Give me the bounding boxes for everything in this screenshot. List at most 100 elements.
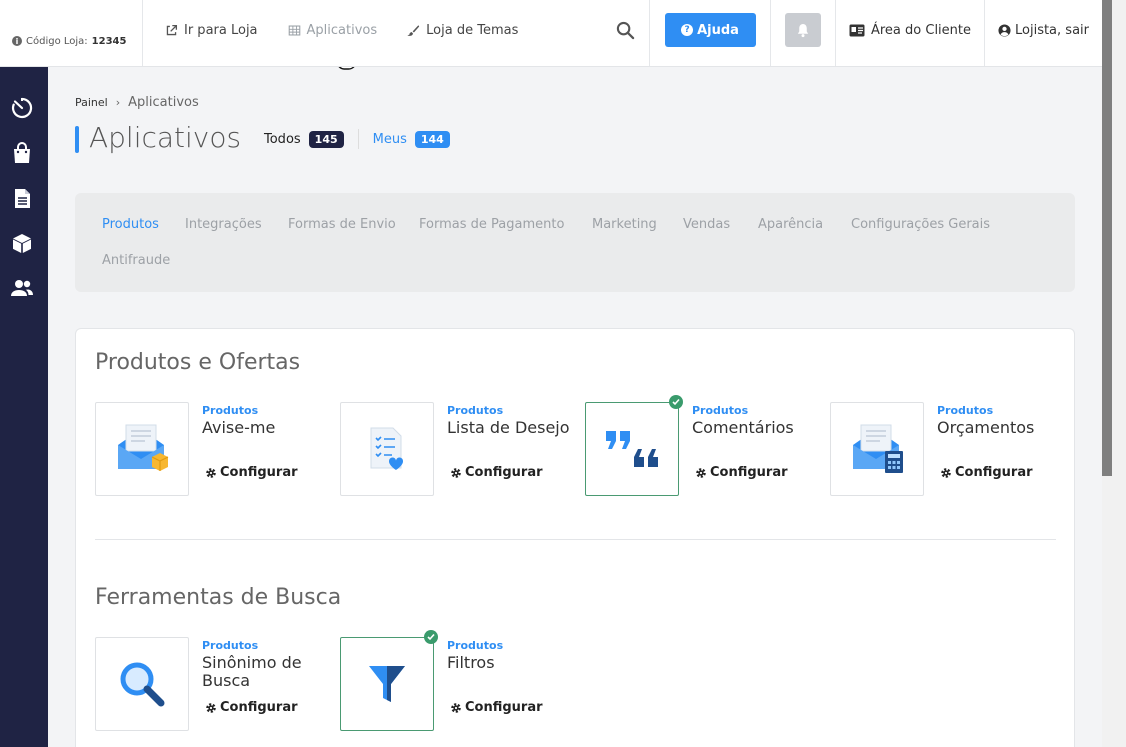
nav-apps-label: Aplicativos <box>306 22 378 38</box>
nav-theme-store-label: Loja de Temas <box>426 22 519 38</box>
nav-apps[interactable]: Aplicativos <box>288 22 378 38</box>
breadcrumb: Painel › Aplicativos <box>75 95 199 110</box>
app-thumbnail[interactable] <box>95 637 189 731</box>
brush-icon <box>407 24 420 36</box>
app-name: Comentários <box>692 418 794 437</box>
configure-label: Configurar <box>220 700 298 715</box>
chevron-right-icon: › <box>115 96 121 109</box>
store-code-label: Código Loja: <box>26 35 88 47</box>
app-card: Produtos Sinônimo de Busca Configurar <box>95 637 335 731</box>
info-icon: i <box>12 36 22 46</box>
filter-mine-count: 144 <box>414 130 450 148</box>
search-button[interactable] <box>601 0 649 66</box>
tab-antifraude[interactable]: Antifraude <box>102 253 170 268</box>
sidebar-item-products[interactable] <box>10 231 34 255</box>
wishlist-icon <box>370 427 404 470</box>
search-icon <box>616 21 634 39</box>
help-cell: ? Ajuda <box>649 0 771 66</box>
installed-check-icon <box>669 395 683 409</box>
sidebar <box>0 67 48 747</box>
app-name: Filtros <box>447 653 495 672</box>
tab-integracoes[interactable]: Integrações <box>185 217 262 232</box>
apps-panel: Produtos e Ofertas Produtos Avise-me Con… <box>75 328 1075 747</box>
title-accent-bar <box>75 126 79 153</box>
sidebar-item-orders[interactable] <box>10 141 34 165</box>
gear-icon <box>941 467 951 478</box>
configure-label: Configurar <box>710 465 788 480</box>
configure-button[interactable]: Configurar <box>205 700 298 715</box>
sidebar-item-documents[interactable] <box>10 186 34 210</box>
grid-icon <box>288 25 300 35</box>
bell-icon <box>797 23 809 37</box>
app-thumbnail[interactable] <box>340 637 434 731</box>
tab-formas-de-envio[interactable]: Formas de Envio <box>288 217 396 232</box>
breadcrumb-root[interactable]: Painel <box>75 96 108 109</box>
sidebar-item-customers[interactable] <box>10 276 34 300</box>
envelope-calculator-icon <box>853 424 903 473</box>
app-name: Orçamentos <box>937 418 1035 437</box>
app-thumbnail[interactable] <box>830 402 924 496</box>
configure-button[interactable]: Configurar <box>450 465 543 480</box>
notifications-cell <box>771 0 836 66</box>
notifications-button[interactable] <box>785 13 821 47</box>
configure-button[interactable]: Configurar <box>205 465 298 480</box>
filter-all[interactable]: Todos 145 <box>264 130 344 148</box>
id-card-icon <box>849 24 865 36</box>
top-header: i Código Loja: 12345 Ir para Loja Aplica… <box>0 0 1102 67</box>
tab-vendas[interactable]: Vendas <box>683 217 730 232</box>
app-category: Produtos <box>692 404 749 417</box>
tab-configuracoes-gerais[interactable]: Configurações Gerais <box>851 217 990 232</box>
gear-icon <box>696 467 706 478</box>
app-category: Produtos <box>937 404 994 417</box>
gear-icon <box>451 702 461 713</box>
tab-formas-de-pagamento[interactable]: Formas de Pagamento <box>419 217 564 232</box>
nav-theme-store[interactable]: Loja de Temas <box>407 23 518 38</box>
app-category: Produtos <box>447 404 504 417</box>
app-card: Produtos Filtros Configurar <box>340 630 580 731</box>
section-title: Ferramentas de Busca <box>95 585 342 610</box>
filter-all-label: Todos <box>264 131 301 147</box>
filter-all-count: 145 <box>308 130 344 148</box>
app-name: Avise-me <box>202 418 276 437</box>
tab-marketing[interactable]: Marketing <box>592 217 657 232</box>
app-category: Produtos <box>447 639 504 652</box>
app-thumbnail[interactable] <box>585 402 679 496</box>
quotes-icon <box>606 431 658 467</box>
sidebar-item-timer[interactable] <box>10 96 34 120</box>
nav-go-to-store-label: Ir para Loja <box>184 22 258 38</box>
configure-label: Configurar <box>955 465 1033 480</box>
tab-aparencia[interactable]: Aparência <box>758 217 823 232</box>
gear-icon <box>451 467 461 478</box>
help-label: Ajuda <box>697 22 739 38</box>
configure-button[interactable]: Configurar <box>450 700 543 715</box>
tab-produtos[interactable]: Produtos <box>102 217 159 232</box>
question-icon: ? <box>681 24 694 36</box>
category-tabs: Produtos Integrações Formas de Envio For… <box>75 193 1075 292</box>
shopping-bag-icon <box>14 142 30 163</box>
app-category: Produtos <box>202 639 259 652</box>
app-name: Sinônimo de Busca <box>202 653 302 690</box>
configure-label: Configurar <box>465 465 543 480</box>
box-icon <box>13 233 31 253</box>
filter-mine-label: Meus <box>372 131 407 147</box>
app-category: Produtos <box>202 404 259 417</box>
configure-button[interactable]: Configurar <box>695 465 788 480</box>
app-name: Lista de Desejo <box>447 418 570 437</box>
section-divider <box>95 539 1056 540</box>
store-code: i Código Loja: 12345 <box>0 0 143 66</box>
external-link-icon <box>166 24 178 35</box>
logout-link[interactable]: Lojista, sair <box>985 0 1102 66</box>
envelope-box-icon <box>118 424 169 471</box>
app-filters: Todos 145 Meus 144 <box>264 129 450 149</box>
client-area-label: Área do Cliente <box>870 22 972 38</box>
help-button[interactable]: ? Ajuda <box>664 13 756 47</box>
scrollbar-thumb[interactable] <box>1102 0 1112 476</box>
configure-button[interactable]: Configurar <box>940 465 1033 480</box>
app-thumbnail[interactable] <box>95 402 189 496</box>
filter-mine[interactable]: Meus 144 <box>372 130 450 148</box>
configure-label: Configurar <box>465 700 543 715</box>
app-thumbnail[interactable] <box>340 402 434 496</box>
nav-go-to-store[interactable]: Ir para Loja <box>165 23 258 38</box>
top-nav: Ir para Loja Aplicativos Loja de Temas <box>143 0 601 66</box>
client-area-link[interactable]: Área do Cliente <box>836 0 985 66</box>
